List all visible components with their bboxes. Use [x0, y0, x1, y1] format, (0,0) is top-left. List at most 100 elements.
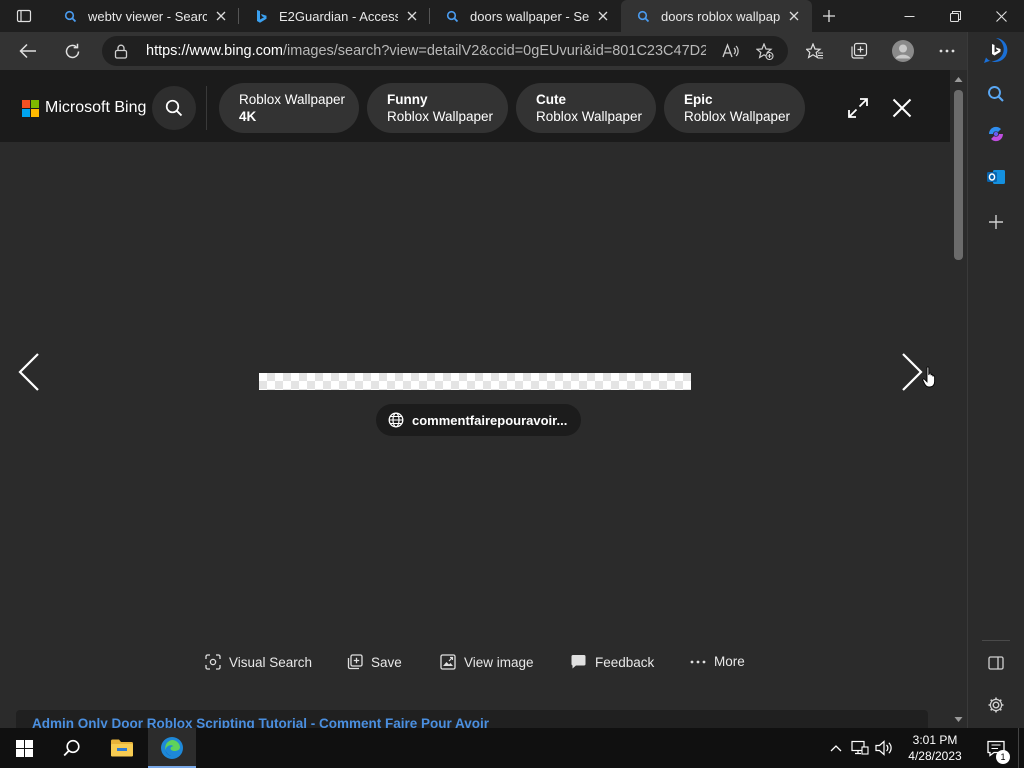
taskbar-search-button[interactable]: [48, 728, 96, 768]
url-text: https://www.bing.com/images/search?view=…: [146, 43, 706, 59]
close-viewer-button[interactable]: [888, 94, 916, 122]
notification-center-button[interactable]: 1: [974, 728, 1018, 768]
avatar-icon: [892, 40, 914, 62]
tab-title: E2Guardian - Access De: [279, 8, 398, 24]
fullscreen-button[interactable]: [844, 94, 872, 122]
close-tab-icon[interactable]: [404, 8, 420, 24]
network-button[interactable]: [848, 728, 872, 768]
tab-webtv-viewer[interactable]: webtv viewer - Search: [48, 0, 239, 32]
close-tab-icon[interactable]: [786, 8, 802, 24]
save-label: Save: [371, 654, 402, 670]
visual-search-button[interactable]: Visual Search: [205, 654, 312, 670]
collections-button[interactable]: [837, 35, 881, 67]
related-search-chip[interactable]: Funny Roblox Wallpaper: [367, 83, 508, 133]
sidebar-settings-button[interactable]: [984, 693, 1008, 717]
source-domain: commentfairepouravoir...: [412, 412, 568, 428]
tab-actions-button[interactable]: [0, 0, 48, 32]
feedback-label: Feedback: [595, 654, 655, 670]
show-hidden-icons-button[interactable]: [824, 728, 848, 768]
back-arrow-icon: [19, 43, 36, 59]
lock-icon[interactable]: [114, 44, 128, 59]
new-tab-button[interactable]: [812, 0, 846, 32]
refresh-button[interactable]: [52, 35, 92, 67]
add-favorite-button[interactable]: [748, 40, 782, 62]
close-window-button[interactable]: [978, 0, 1024, 32]
favorites-button[interactable]: [793, 35, 837, 67]
hand-cursor-icon: [922, 366, 936, 388]
related-search-chip[interactable]: Roblox Wallpaper 4K: [219, 83, 359, 133]
volume-button[interactable]: [872, 728, 896, 768]
search-icon: [63, 739, 80, 757]
chevron-right-icon: [902, 353, 923, 391]
tab-title: doors roblox wallpaper: [661, 8, 780, 24]
read-aloud-button[interactable]: [714, 40, 748, 62]
windows-logo-icon: [15, 739, 33, 757]
visual-search-label: Visual Search: [229, 654, 313, 670]
more-button[interactable]: More: [690, 654, 745, 669]
main-image[interactable]: [259, 373, 691, 390]
chevron-left-icon: [18, 353, 39, 391]
close-tab-icon[interactable]: [595, 8, 611, 24]
chip-line-1: Funny: [387, 92, 428, 107]
visual-search-icon: [205, 654, 221, 670]
sidebar-copilot-button[interactable]: [984, 122, 1008, 146]
hide-sidebar-button[interactable]: [984, 651, 1008, 675]
network-ethernet-icon: [851, 740, 869, 755]
favorites-icon: [806, 42, 823, 59]
related-search-chip[interactable]: Cute Roblox Wallpaper: [516, 83, 656, 133]
scroll-up-arrow-icon[interactable]: [954, 75, 963, 84]
sidebar-add-button[interactable]: [984, 210, 1008, 234]
edge-sidebar: [967, 32, 1024, 728]
search-icon: [165, 99, 183, 117]
folder-icon: [111, 739, 133, 757]
file-explorer-button[interactable]: [98, 728, 146, 768]
start-button[interactable]: [0, 728, 48, 768]
gear-icon: [988, 697, 1004, 713]
sidebar-outlook-button[interactable]: [984, 165, 1008, 189]
search-icon: [988, 86, 1004, 102]
previous-image-button[interactable]: [9, 342, 49, 402]
microsoft-bing-logo[interactable]: Microsoft Bing: [22, 99, 146, 117]
search-icon: [444, 8, 460, 24]
profile-button[interactable]: [881, 35, 925, 67]
close-icon: [995, 10, 1007, 22]
save-button[interactable]: Save: [347, 654, 402, 670]
image-source-link[interactable]: commentfairepouravoir...: [376, 404, 582, 436]
copilot-icon: [988, 126, 1004, 142]
globe-icon: [388, 412, 404, 428]
tab-e2guardian[interactable]: E2Guardian - Access De: [239, 0, 430, 32]
show-desktop-button[interactable]: [1018, 728, 1024, 768]
related-search-chip[interactable]: Epic Roblox Wallpaper: [664, 83, 805, 133]
refresh-icon: [65, 43, 79, 58]
bing-chat-button[interactable]: [981, 36, 1011, 66]
speaker-icon: [875, 740, 892, 756]
clock[interactable]: 3:01 PM 4/28/2023: [896, 732, 974, 764]
logo-text: Microsoft Bing: [45, 99, 147, 116]
plus-icon: [823, 10, 835, 22]
clock-time: 3:01 PM: [912, 733, 958, 747]
page-scrollbar[interactable]: [950, 70, 967, 728]
chip-line-1: Epic: [684, 92, 713, 107]
settings-and-more-button[interactable]: [925, 35, 969, 67]
image-title-link[interactable]: Admin Only Door Roblox Scripting Tutoria…: [16, 710, 928, 728]
header-divider: [206, 86, 207, 130]
sidebar-search-button[interactable]: [984, 82, 1008, 106]
feedback-icon: [571, 655, 586, 669]
feedback-button[interactable]: Feedback: [570, 654, 654, 670]
read-aloud-icon: [722, 43, 739, 58]
view-image-button[interactable]: View image: [440, 654, 534, 670]
edge-taskbar-button[interactable]: [148, 728, 196, 768]
tab-doors-wallpaper[interactable]: doors wallpaper - Searc: [430, 0, 621, 32]
tab-doors-roblox-wallpaper[interactable]: doors roblox wallpaper: [621, 0, 812, 32]
clock-date: 4/28/2023: [908, 749, 962, 763]
restore-button[interactable]: [932, 0, 978, 32]
minimize-icon: [904, 15, 914, 17]
view-image-icon: [440, 654, 456, 670]
scroll-down-arrow-icon[interactable]: [954, 715, 963, 724]
address-bar[interactable]: https://www.bing.com/images/search?view=…: [102, 36, 788, 66]
search-button[interactable]: [152, 86, 196, 130]
back-button[interactable]: [8, 35, 48, 67]
minimize-button[interactable]: [886, 0, 932, 32]
scrollbar-thumb[interactable]: [954, 90, 963, 260]
close-tab-icon[interactable]: [213, 8, 229, 24]
